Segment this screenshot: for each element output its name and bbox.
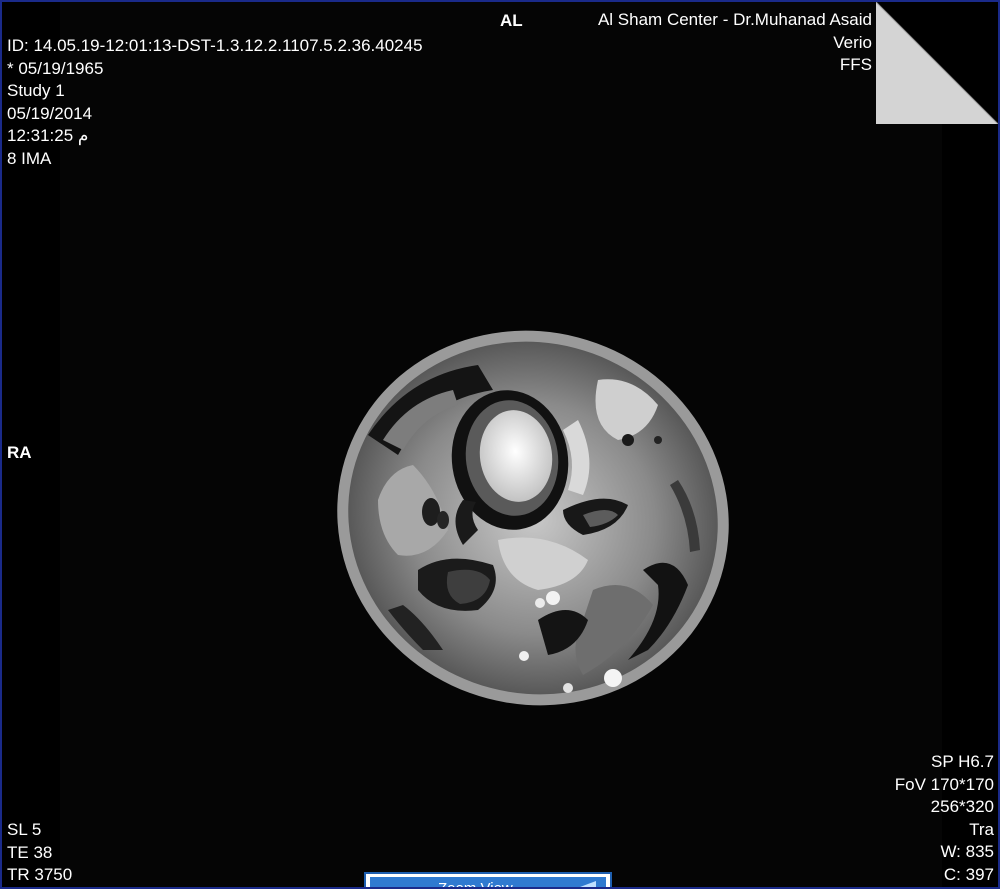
- study-time: 12:31:25 م: [7, 126, 89, 145]
- orientation-marker-top: AL: [500, 11, 523, 30]
- image-params-overlay: SP H6.7 FoV 170*170 256*320 Tra W: 835 C…: [895, 751, 994, 886]
- zoom-view-label: Zoom View: [438, 880, 513, 889]
- patient-info-overlay: ID: 14.05.19-12:01:13-DST-1.3.12.2.1107.…: [7, 35, 423, 170]
- slice-position: SP H6.7: [930, 752, 994, 771]
- arrow-icon: [580, 881, 596, 887]
- repetition-time: TR 3750: [7, 865, 73, 884]
- field-of-view: FoV 170*170: [894, 774, 994, 794]
- study-label: Study 1: [7, 81, 65, 100]
- zoom-view-button-face: Zoom View: [370, 877, 606, 889]
- image-count: 8 IMA: [7, 148, 52, 168]
- slice-orientation: Tra: [969, 819, 994, 839]
- echo-time: TE 38: [7, 842, 53, 862]
- study-date: 05/19/2014: [7, 103, 93, 123]
- slice-number: SL 5: [7, 820, 42, 839]
- sequence-params-overlay: SL 5 TE 38 TR 3750: [7, 819, 72, 887]
- window-center: C: 397: [943, 864, 994, 884]
- birth-date: * 05/19/1965: [7, 58, 104, 78]
- zoom-view-button[interactable]: Zoom View: [364, 872, 612, 889]
- institution-overlay: Al Sham Center - Dr.Muhanad Asaid Verio …: [598, 9, 872, 77]
- patient-id: ID: 14.05.19-12:01:13-DST-1.3.12.2.1107.…: [7, 36, 423, 55]
- patient-position: FFS: [839, 55, 872, 74]
- mri-scan-image: [337, 330, 729, 706]
- orientation-marker-left: RA: [7, 443, 32, 462]
- dicom-viewer: AL RA ID: 14.05.19-12:01:13-DST-1.3.12.2…: [0, 0, 1000, 889]
- scanner-model: Verio: [833, 32, 872, 52]
- institution-name: Al Sham Center - Dr.Muhanad Asaid: [597, 10, 872, 29]
- window-width: W: 835: [940, 842, 994, 861]
- matrix-size: 256*320: [930, 797, 994, 816]
- page-corner-fold-icon[interactable]: [876, 2, 998, 124]
